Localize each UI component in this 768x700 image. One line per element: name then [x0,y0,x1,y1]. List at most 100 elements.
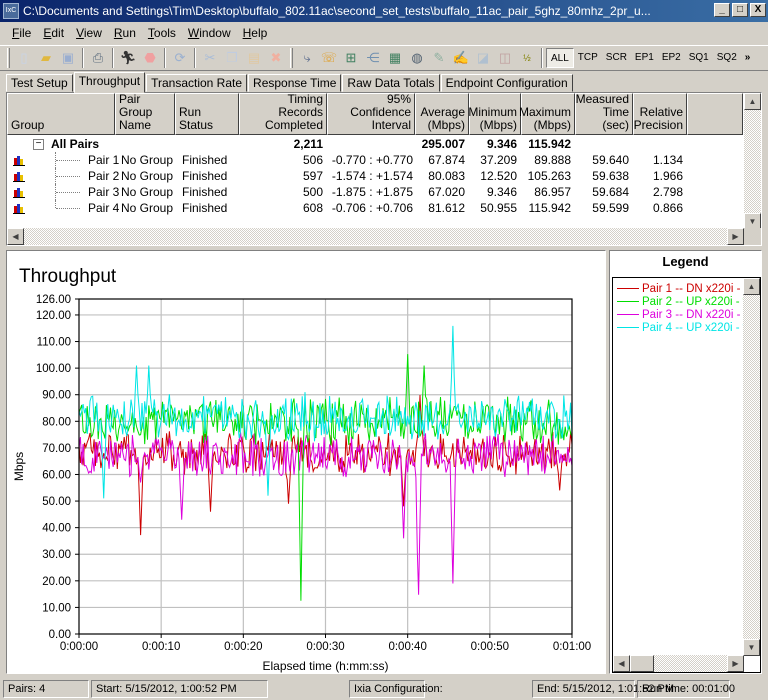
menu-file[interactable]: File [6,26,37,40]
filter-tcp[interactable]: TCP [574,48,602,68]
new-icon[interactable]: ▯ [13,47,35,69]
summary-row[interactable]: − All Pairs 2,211 295.007 9.346 115.942 [7,136,743,152]
paste-icon[interactable]: ▤ [243,47,265,69]
tab-transaction-rate[interactable]: Transaction Rate [146,74,248,92]
minimize-button[interactable]: _ [714,3,730,17]
script-icon[interactable]: ✍ [450,47,472,69]
y-tick-label: 110.00 [37,337,71,349]
legend-scroll-thumb[interactable] [630,655,654,672]
col-confidence-interval[interactable]: 95% Confidence Interval [327,93,415,135]
tab-strip: Test Setup Throughput Transaction Rate R… [6,72,574,93]
scroll-left-button[interactable]: ◀ [7,228,24,245]
toolbar: ▯ ▰ ▣ ⎙ 🏃︎ ⬣ ⟳ ✂ ❐ ▤ ✖ ⤷ ☏ ⊞ ⋲ ▦ ◍ ✎ ✍ ◪… [0,45,768,71]
filter-all[interactable]: ALL [546,48,574,68]
legend-item[interactable]: Pair 2 -- UP x220i - wz [613,295,760,308]
legend-item[interactable]: Pair 3 -- DN x220i - wz [613,308,760,321]
menu-view[interactable]: View [70,26,108,40]
pair-measured-time: 59.638 [592,169,629,183]
menu-window[interactable]: Window [182,26,237,40]
pair-row[interactable]: Pair 4 No Group Finished 608 -0.706 : +0.706… [7,200,743,216]
pair-row[interactable]: Pair 1 No Group Finished 506 -0.770 : +0.770… [7,152,743,168]
y-tick-label: 90.00 [42,390,71,402]
col-average[interactable]: Average (Mbps) [415,93,469,135]
multicast-icon[interactable]: ☏ [318,47,340,69]
pair-status: Finished [182,153,228,167]
refresh-icon[interactable]: ⟳ [169,47,191,69]
pair-records: 608 [302,201,323,215]
collapse-icon[interactable]: − [33,138,44,150]
pair-name: Pair 4 [88,201,120,215]
menu-edit[interactable]: Edit [37,26,70,40]
table-horizontal-scrollbar[interactable]: ◀ ▶ [7,228,744,245]
pair-confidence: -0.706 : +0.706 [331,201,413,215]
numbered-icon[interactable]: ½ [516,47,538,69]
scroll-up-button[interactable]: ▲ [744,93,761,110]
legend-horizontal-scrollbar[interactable]: ◀ ▶ [613,655,744,672]
col-minimum[interactable]: Minimum (Mbps) [468,93,521,135]
legend-vertical-scrollbar[interactable]: ▲ ▼ [743,278,760,656]
edit-icon[interactable]: ✎ [428,47,450,69]
pair-name: Pair 3 [88,185,120,199]
legend-label: Pair 1 -- DN x220i - wz [642,282,758,295]
pair-row[interactable]: Pair 2 No Group Finished 597 -1.574 : +1.574… [7,168,743,184]
legend-scroll-up-button[interactable]: ▲ [743,278,760,295]
tab-endpoint-configuration[interactable]: Endpoint Configuration [440,74,573,92]
x-tick-label: 0:00:40 [388,641,426,653]
col-run-status[interactable]: Run Status [175,93,239,135]
toolbar-grip[interactable] [290,48,293,68]
filter-ep2[interactable]: EP2 [658,48,685,68]
scroll-right-button[interactable]: ▶ [727,228,744,245]
menu-help[interactable]: Help [237,26,274,40]
hierarchy-icon[interactable]: ⋲ [362,47,384,69]
chart-icon[interactable]: ◪ [472,47,494,69]
pair-row[interactable]: Pair 3 No Group Finished 500 -1.875 : +1.875… [7,184,743,200]
maximize-button[interactable]: □ [732,3,748,17]
tab-raw-data-totals[interactable]: Raw Data Totals [342,74,440,92]
legend-title: Legend [610,251,761,271]
open-icon[interactable]: ▰ [35,47,57,69]
col-pair-group-name[interactable]: Pair Group Name [115,93,175,135]
close-button[interactable]: X [750,3,766,17]
legend-swatch [617,314,639,315]
tab-response-time[interactable]: Response Time [248,74,342,92]
tab-test-setup[interactable]: Test Setup [6,74,73,92]
table-vertical-scrollbar[interactable]: ▲ ▼ [744,93,761,230]
copy-icon[interactable]: ❐ [221,47,243,69]
toolbar-overflow-button[interactable]: » [741,48,755,68]
legend-item[interactable]: Pair 4 -- UP x220i - wz [613,321,760,334]
compare-icon[interactable]: ◫ [494,47,516,69]
filter-sq2[interactable]: SQ2 [713,48,741,68]
menu-tools[interactable]: Tools [142,26,182,40]
stop-icon[interactable]: ⬣ [139,47,161,69]
legend-scroll-down-button[interactable]: ▼ [743,639,760,656]
legend-item[interactable]: Pair 1 -- DN x220i - wz [613,282,760,295]
run-icon[interactable]: 🏃︎ [117,47,139,69]
save-icon[interactable]: ▣ [57,47,79,69]
filter-ep1[interactable]: EP1 [631,48,658,68]
tab-throughput[interactable]: Throughput [73,72,146,93]
col-relative-precision[interactable]: Relative Precision [633,93,687,135]
menu-run[interactable]: Run [108,26,142,40]
y-axis-label: Mbps [12,452,26,481]
broadcast-icon[interactable]: ◍ [406,47,428,69]
monitor-icon[interactable]: ▦ [384,47,406,69]
delete-icon[interactable]: ✖ [265,47,287,69]
legend-scroll-left-button[interactable]: ◀ [613,655,630,672]
legend-scroll-right-button[interactable]: ▶ [727,655,744,672]
pair-icon[interactable]: ⤷ [296,47,318,69]
col-maximum[interactable]: Maximum (Mbps) [519,93,575,135]
print-icon[interactable]: ⎙ [87,47,109,69]
col-timing-records[interactable]: Timing Records Completed [239,93,327,135]
scroll-corner [744,228,761,245]
pair-status: Finished [182,169,228,183]
filter-scr[interactable]: SCR [602,48,631,68]
col-group[interactable]: Group [7,93,115,135]
cut-icon[interactable]: ✂ [199,47,221,69]
pair-name: Pair 1 [88,153,120,167]
pair-minimum: 37.209 [480,153,517,167]
toolbar-grip[interactable] [7,48,10,68]
filter-sq1[interactable]: SQ1 [685,48,713,68]
col-measured-time[interactable]: Measured Time (sec) [575,93,633,135]
endpoint-icon[interactable]: ⊞ [340,47,362,69]
pair-average: 81.612 [428,201,465,215]
